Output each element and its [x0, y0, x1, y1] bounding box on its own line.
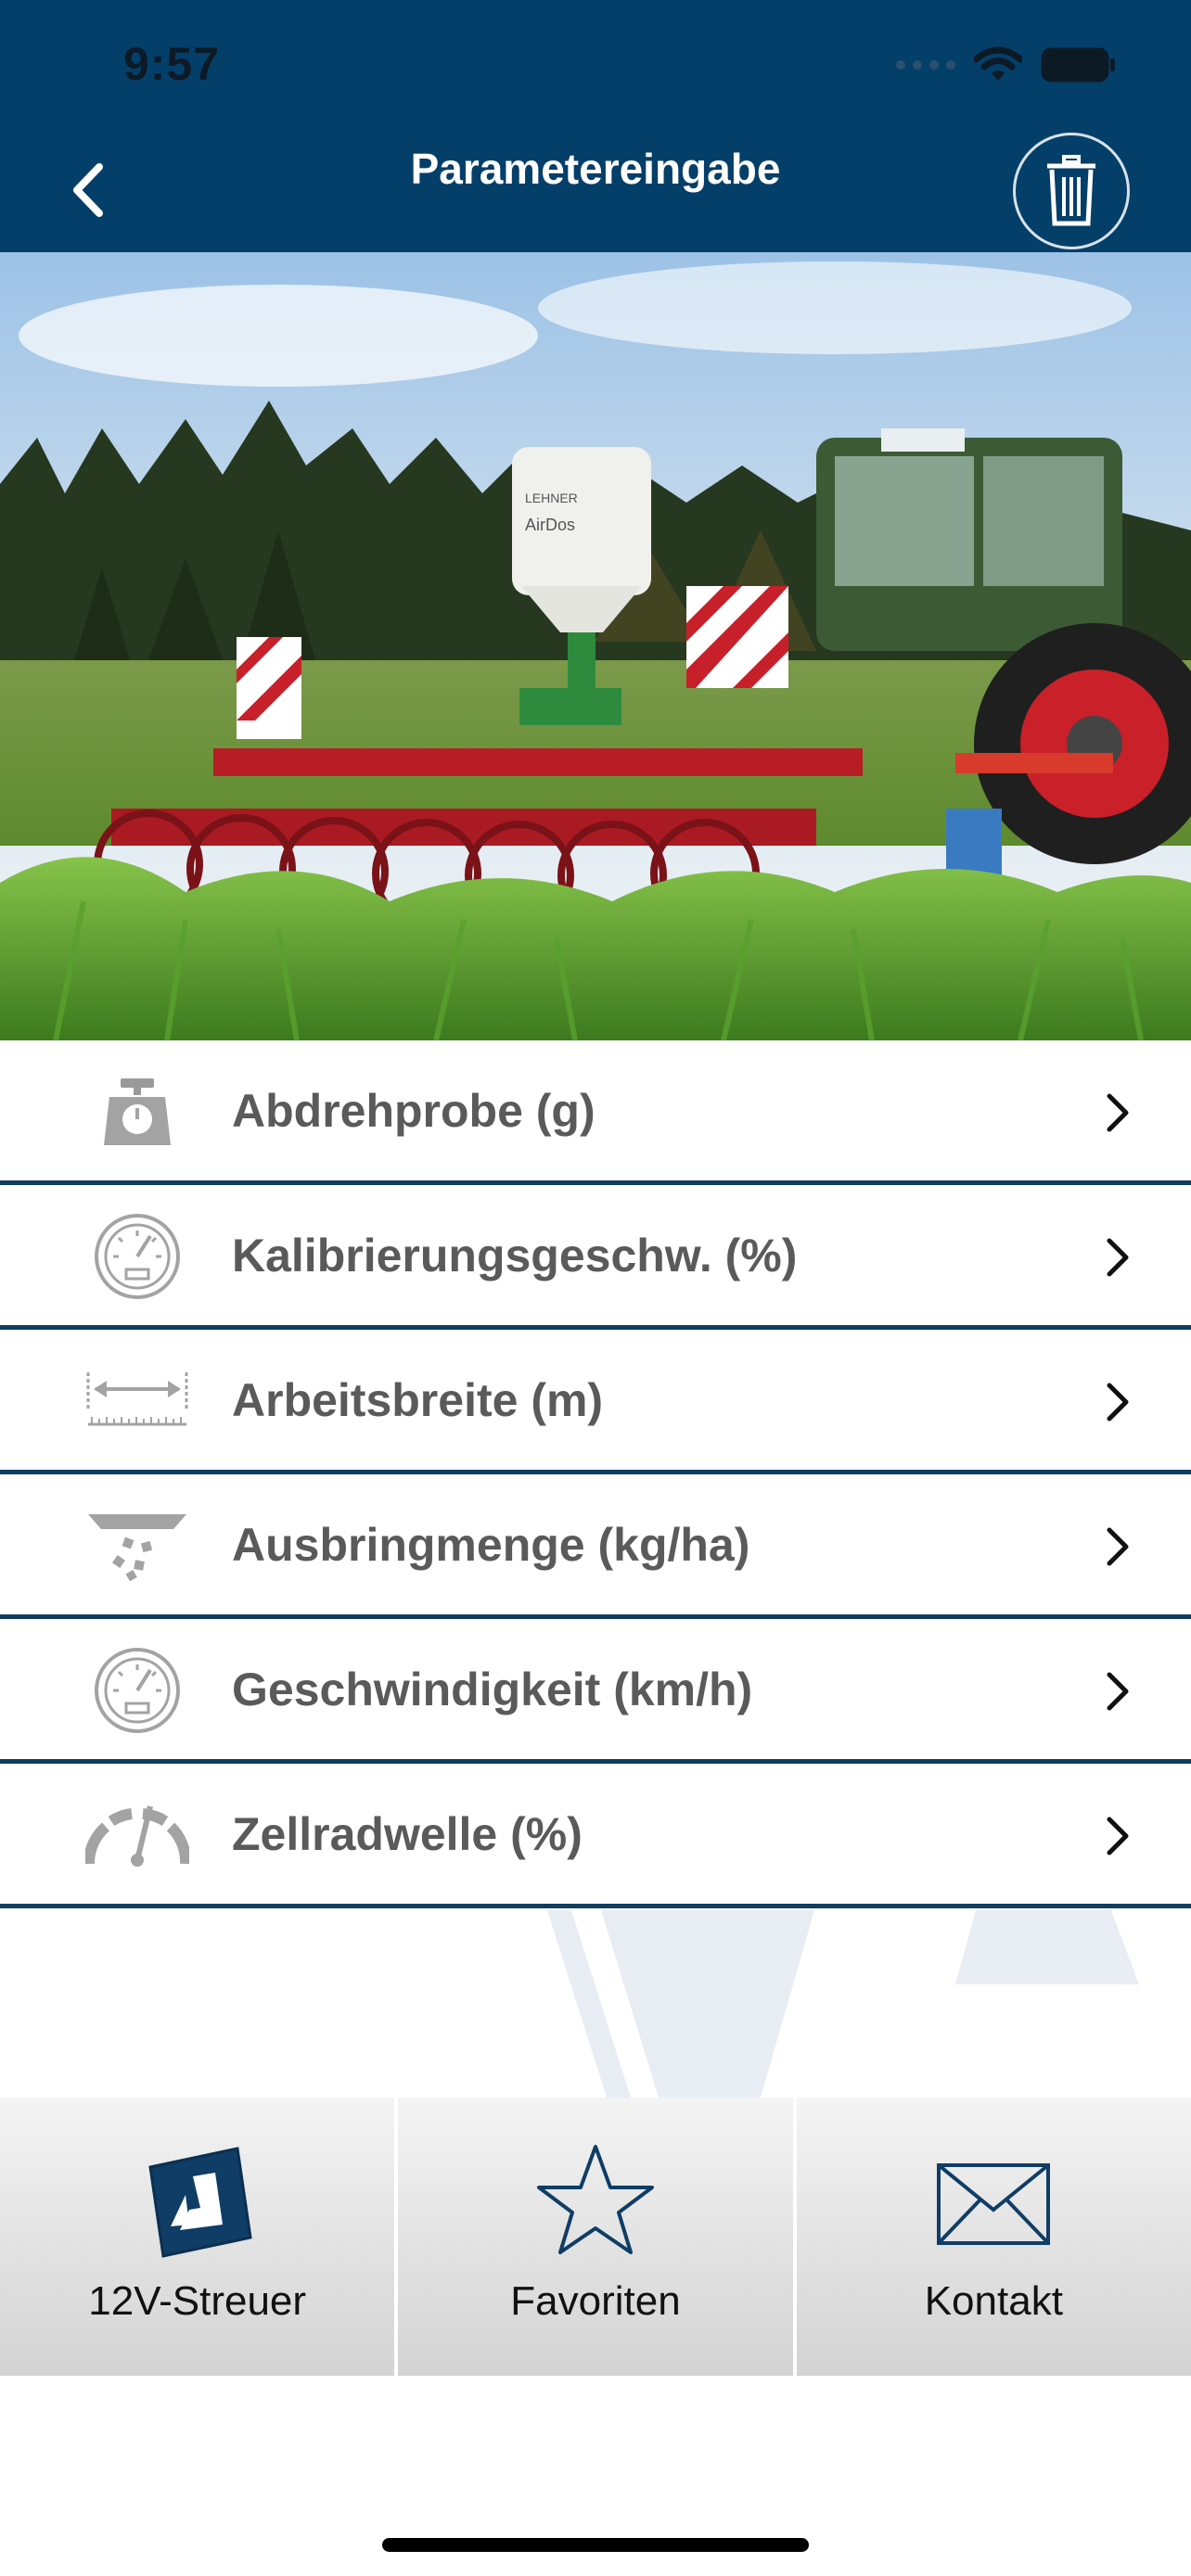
tab-12v-streuer[interactable]: 12V-Streuer: [0, 2098, 399, 2376]
tab-favoriten[interactable]: Favoriten: [398, 2098, 797, 2376]
param-row-zellradwelle[interactable]: Zellradwelle (%): [0, 1764, 1191, 1908]
chevron-right-icon: [1107, 1093, 1129, 1132]
param-row-arbeitsbreite[interactable]: Arbeitsbreite (m): [0, 1330, 1191, 1474]
envelope-icon: [937, 2163, 1051, 2245]
param-row-abdrehprobe[interactable]: Abdrehprobe (g): [0, 1040, 1191, 1185]
chevron-right-icon: [1107, 1527, 1129, 1566]
param-label: Ausbringmenge (kg/ha): [232, 1518, 750, 1571]
gauge-icon: [82, 1214, 193, 1299]
tab-label: Favoriten: [510, 2278, 681, 2324]
spreader-logo-icon: [147, 2147, 252, 2258]
cellular-signal-icon: [896, 60, 955, 70]
home-indicator: [382, 2538, 809, 2552]
tab-kontakt[interactable]: Kontakt: [796, 2098, 1191, 2376]
hero-photo: LEHNER AirDos: [0, 252, 1191, 1040]
param-label: Arbeitsbreite (m): [232, 1373, 604, 1426]
dial-icon: [82, 1793, 193, 1877]
status-time: 9:57: [123, 38, 221, 90]
chevron-right-icon: [1107, 1817, 1129, 1855]
scale-icon: [82, 1070, 193, 1154]
chevron-right-icon: [1107, 1383, 1129, 1422]
param-label: Kalibrierungsgeschw. (%): [232, 1229, 798, 1282]
param-row-ausbringmenge[interactable]: Ausbringmenge (kg/ha): [0, 1474, 1191, 1619]
spread-icon: [82, 1504, 193, 1588]
svg-text:LEHNER: LEHNER: [525, 491, 578, 505]
param-row-geschwindigkeit[interactable]: Geschwindigkeit (km/h): [0, 1619, 1191, 1764]
param-label: Abdrehprobe (g): [232, 1084, 596, 1137]
battery-icon: [1041, 47, 1115, 83]
trash-icon: [1047, 155, 1095, 226]
width-ruler-icon: [82, 1359, 193, 1443]
param-label: Geschwindigkeit (km/h): [232, 1663, 753, 1715]
star-icon: [536, 2145, 654, 2254]
param-label: Zellradwelle (%): [232, 1807, 583, 1860]
parameter-list: Abdrehprobe (g) Kalibrierungsgeschw. (%): [0, 1040, 1191, 1908]
wifi-icon: [974, 46, 1022, 81]
speedometer-icon: [82, 1648, 193, 1733]
status-icons: [896, 46, 1117, 83]
tab-label: 12V-Streuer: [88, 2278, 307, 2324]
background-logo-watermark: [547, 1910, 1139, 2098]
chevron-right-icon: [1107, 1672, 1129, 1711]
nav-header: 9:57 Parametereingabe: [0, 0, 1191, 252]
tab-label: Kontakt: [924, 2278, 1063, 2324]
tab-bar: 12V-Streuer Favoriten Kontakt: [0, 2098, 1191, 2376]
delete-button[interactable]: [1013, 133, 1130, 249]
svg-text:AirDos: AirDos: [525, 516, 575, 534]
param-row-kalibrierung[interactable]: Kalibrierungsgeschw. (%): [0, 1185, 1191, 1330]
chevron-right-icon: [1107, 1238, 1129, 1277]
